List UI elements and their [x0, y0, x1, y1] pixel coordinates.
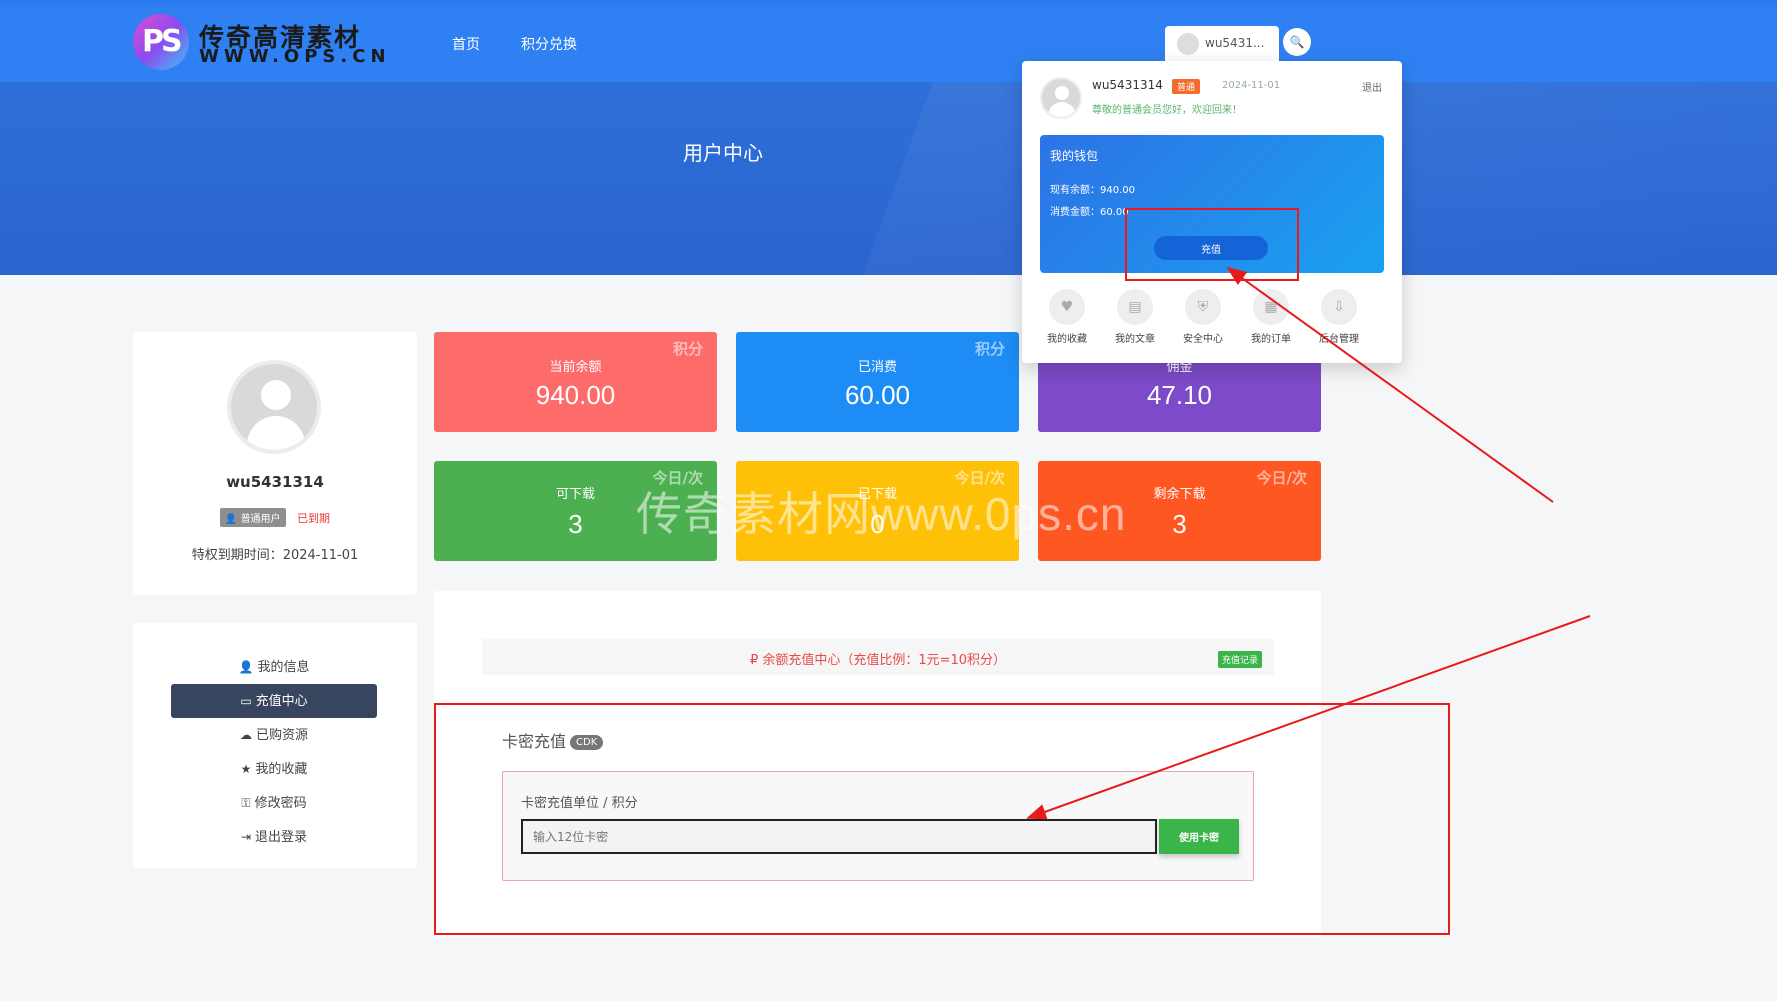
user-icon: 👤	[238, 660, 254, 674]
dropdown-action-label: 我的文章	[1115, 334, 1155, 345]
stat-value: 47.10	[1146, 380, 1213, 410]
dropdown-action-label: 安全中心	[1183, 334, 1223, 345]
wallet-title: 我的钱包	[1050, 149, 1099, 163]
expire-date: 2024-11-01	[282, 548, 359, 563]
avatar	[227, 360, 321, 454]
stat-box: 今日/次 可下载 3	[434, 461, 717, 561]
recharge-notice: ₽ 余额充值中心（充值比例：1元=10积分） 充值记录	[482, 639, 1274, 675]
expire-row: 特权到期时间：2024-11-01	[133, 544, 417, 563]
dropdown-action[interactable]: ▦ 我的订单	[1242, 289, 1300, 345]
search-icon[interactable]: 🔍	[1283, 28, 1311, 56]
header-user-tab[interactable]: wu5431...	[1165, 26, 1279, 62]
dropdown-action-label: 我的订单	[1251, 334, 1291, 345]
dropdown-date: 2024-11-01	[1222, 80, 1281, 91]
expire-label: 特权到期时间：	[191, 548, 283, 563]
sidebar-menu: 👤 我的信息 ▭ 充值中心 ☁ 已购资源 ★ 我的收藏 ⚿ 修改密码 ⇥ 退出登录	[133, 623, 417, 868]
recharge-notice-text: ₽ 余额充值中心（充值比例：1元=10积分）	[749, 653, 1007, 668]
stat-value: 3	[1172, 509, 1187, 539]
sidebar-item-4[interactable]: ⚿ 修改密码	[171, 786, 377, 820]
dropdown-username: wu5431314	[1092, 78, 1163, 92]
card-icon: ▭	[240, 694, 252, 708]
sidebar-item-label: 修改密码	[254, 796, 307, 811]
wallet-spent: 消费金额：60.00	[1050, 207, 1129, 218]
logo-mark-text: PS	[142, 24, 183, 59]
logo-mark: PS	[133, 14, 189, 70]
use-cdk-button[interactable]: 使用卡密	[1159, 819, 1239, 854]
key-icon: ⚿	[241, 796, 251, 810]
recharge-record-button[interactable]: 充值记录	[1217, 651, 1262, 668]
recharge-panel: ₽ 余额充值中心（充值比例：1元=10积分） 充值记录 卡密充值 CDK 卡密充值…	[434, 591, 1321, 937]
cdk-form: 卡密充值单位 / 积分 使用卡密	[502, 771, 1254, 881]
wallet-balance: 现有余额：940.00	[1050, 185, 1135, 196]
dropdown-action[interactable]: ⛨ 安全中心	[1174, 289, 1232, 345]
dropdown-greeting: 尊敬的普通会员您好，欢迎回来！	[1092, 105, 1242, 116]
sidebar-item-1[interactable]: ▭ 充值中心	[171, 684, 377, 718]
profile-badges: 👤 普通用户 已到期	[133, 508, 417, 527]
stat-value: 0	[870, 509, 885, 539]
sidebar-item-label: 退出登录	[255, 830, 308, 845]
cdk-tag: CDK	[570, 735, 604, 750]
star-icon: ★	[240, 762, 252, 776]
stat-value: 940.00	[535, 380, 616, 410]
mini-avatar	[1177, 33, 1199, 55]
cdk-title-text: 卡密充值	[502, 732, 567, 751]
download-icon: ⇩	[1321, 289, 1357, 325]
cdk-section-title: 卡密充值 CDK	[502, 728, 604, 752]
stat-label: 当前余额	[549, 360, 602, 375]
cloud-download-icon: ☁	[239, 728, 252, 742]
header-username: wu5431...	[1205, 36, 1265, 50]
sidebar-item-label: 我的信息	[257, 660, 310, 675]
sidebar-item-0[interactable]: 👤 我的信息	[171, 650, 377, 684]
membership-status: 已到期	[297, 512, 331, 525]
sidebar-item-label: 充值中心	[255, 694, 308, 709]
stat-label: 可下载	[555, 487, 595, 502]
sidebar-item-label: 我的收藏	[255, 762, 308, 777]
sidebar-item-3[interactable]: ★ 我的收藏	[171, 752, 377, 786]
dropdown-action-label: 我的收藏	[1047, 334, 1087, 345]
level-badge: 普通	[1172, 79, 1201, 94]
logout-icon: ⇥	[240, 830, 252, 844]
sidebar-item-5[interactable]: ⇥ 退出登录	[171, 820, 377, 854]
role-badge: 👤 普通用户	[219, 508, 286, 527]
wallet-recharge-button[interactable]: 充值	[1154, 236, 1268, 260]
site-logo[interactable]: PS 传奇高清素材 WWW.OPS.CN	[133, 14, 386, 70]
user-dropdown: wu5431314 普通 2024-11-01 退出 尊敬的普通会员您好，欢迎回…	[1022, 61, 1402, 363]
dropdown-action-label: 后台管理	[1319, 334, 1359, 345]
stat-box: 积分 当前余额 940.00	[434, 332, 717, 432]
cdk-input[interactable]	[521, 819, 1157, 854]
dropdown-avatar	[1040, 77, 1082, 119]
stat-value: 60.00	[844, 380, 911, 410]
heart-icon: ♥	[1049, 289, 1085, 325]
profile-card: wu5431314 👤 普通用户 已到期 特权到期时间：2024-11-01	[133, 332, 417, 595]
shield-icon: ⛨	[1185, 289, 1221, 325]
wallet-card: 我的钱包 现有余额：940.00 消费金额：60.00 充值	[1040, 135, 1384, 273]
logo-url: WWW.OPS.CN	[199, 46, 391, 67]
dropdown-action[interactable]: ▤ 我的文章	[1106, 289, 1164, 345]
order-icon: ▦	[1253, 289, 1289, 325]
stat-label: 已下载	[857, 487, 897, 502]
dropdown-action[interactable]: ⇩ 后台管理	[1310, 289, 1368, 345]
stat-label: 已消费	[857, 360, 897, 375]
dropdown-logout-link[interactable]: 退出	[1362, 79, 1382, 94]
stat-box: 积分 已消费 60.00	[736, 332, 1019, 432]
sidebar-item-label: 已购资源	[255, 728, 308, 743]
nav-home[interactable]: 首页	[452, 34, 480, 54]
sidebar-item-2[interactable]: ☁ 已购资源	[171, 718, 377, 752]
stat-label: 剩余下载	[1153, 487, 1206, 502]
page-banner: 用户中心	[0, 82, 1777, 275]
profile-username: wu5431314	[226, 473, 324, 491]
document-icon: ▤	[1117, 289, 1153, 325]
site-header: PS 传奇高清素材 WWW.OPS.CN 首页 积分兑换	[0, 0, 1777, 82]
page-title: 用户中心	[683, 141, 763, 165]
stat-value: 3	[568, 509, 583, 539]
dropdown-action[interactable]: ♥ 我的收藏	[1038, 289, 1096, 345]
cdk-label: 卡密充值单位 / 积分	[521, 796, 638, 811]
nav-points-exchange[interactable]: 积分兑换	[521, 34, 577, 54]
stat-box: 今日/次 已下载 0	[736, 461, 1019, 561]
stat-box: 今日/次 剩余下载 3	[1038, 461, 1321, 561]
